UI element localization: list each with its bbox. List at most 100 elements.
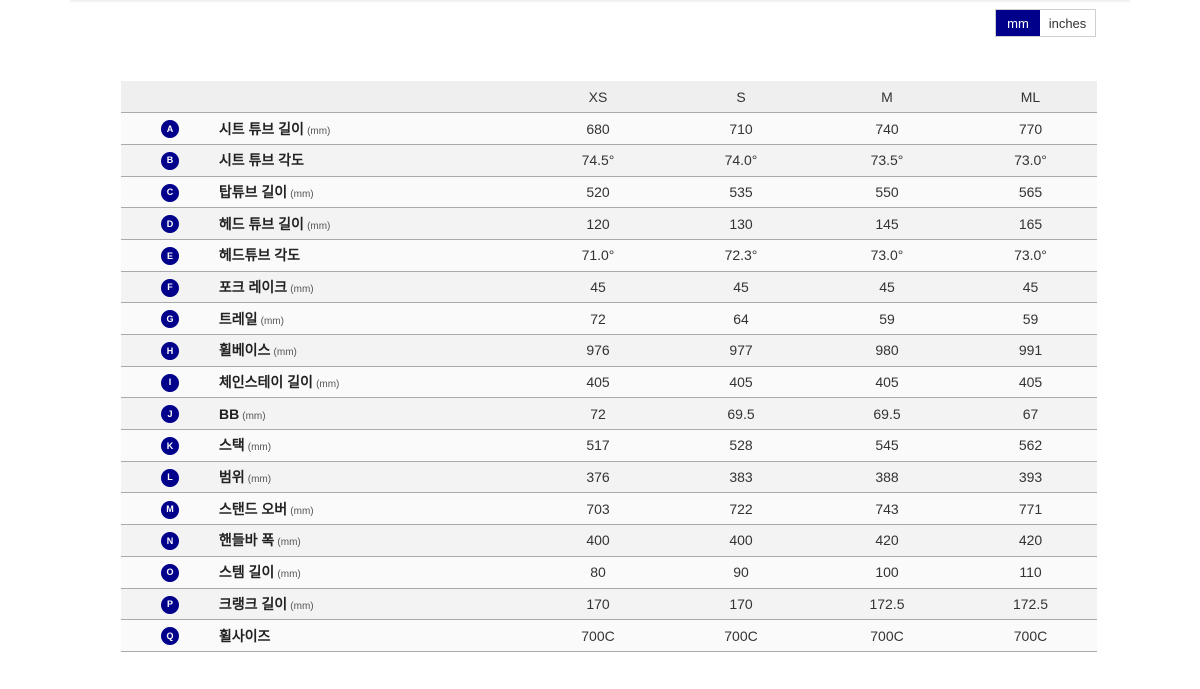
row-label-cell: 헤드 튜브 길이 (mm) [219,208,524,240]
measurement-value-m: 73.0° [870,247,904,264]
measurement-unit: (mm) [307,125,331,137]
row-letter-cell: M [121,493,219,525]
measurement-label: 스템 길이 [219,564,275,581]
measurement-value-s: 383 [729,469,753,486]
row-letter-cell: K [121,430,219,462]
measurement-label: BB [219,405,240,422]
measurement-value-s: 170 [729,595,753,612]
row-label-cell: 핸들바 폭 (mm) [219,525,524,557]
measurement-letter-badge: H [161,342,179,361]
table-row: M 스탠드 오버 (mm) 703 722 743 771 [121,492,1097,525]
measurement-value-ml: 59 [1022,310,1039,327]
geometry-table: XS S M ML A 시트 튜브 길이 (mm) 680 710 740 770 B 시트 튜… [121,81,1097,652]
measurement-value-s: 977 [729,342,753,359]
header-letter-cell [121,81,219,113]
measurement-unit: (mm) [247,474,272,486]
measurement-value-s: 90 [733,564,749,581]
measurement-value-m: 405 [875,374,899,391]
row-letter-cell: H [121,335,219,367]
measurement-unit: (mm) [307,220,331,232]
measurement-label: 휠베이스 [219,342,271,359]
row-label-cell: 스택 (mm) [219,430,524,462]
measurement-letter-badge: D [161,215,179,234]
measurement-value-m: 100 [875,564,899,581]
measurement-value-ml: 110 [1019,564,1042,581]
measurement-value-m: 420 [875,532,899,549]
measurement-label: 포크 레이크 [219,278,288,295]
measurement-value-xs: 120 [586,215,610,232]
measurement-value-m: 740 [875,120,899,137]
header-label-cell [219,81,524,113]
measurement-letter-badge: E [161,247,179,266]
measurement-value-ml: 562 [1018,437,1043,454]
measurement-value-s: 722 [729,500,753,517]
row-letter-cell: P [121,588,219,620]
row-label-cell: 스탠드 오버 (mm) [219,493,524,525]
table-row: G 트레일 (mm) 72 64 59 59 [121,302,1097,335]
measurement-letter-badge: B [161,151,179,170]
measurement-value-m: 172.5 [869,595,905,612]
table-row: L 범위 (mm) 376 383 388 393 [121,461,1097,493]
row-letter-cell: A [121,113,219,145]
measurement-value-ml: 770 [1018,120,1043,137]
measurement-value-m: 59 [879,310,895,327]
measurement-value-xs: 976 [586,342,610,359]
measurement-value-s: 710 [729,120,753,137]
row-letter-cell: D [121,208,219,240]
measurement-value-m: 550 [875,183,899,200]
measurement-unit: (mm) [273,347,297,359]
table-row: I 체인스테이 길이 (mm) 405 405 405 405 [121,366,1097,398]
measurement-label: 시트 튜브 길이 [219,120,305,137]
table-row: K 스택 (mm) 517 528 545 562 [121,429,1097,462]
measurement-value-s: 72.3° [724,247,758,264]
measurement-unit: (mm) [290,283,314,295]
table-row: A 시트 튜브 길이 (mm) 680 710 740 770 [121,112,1097,145]
table-row: P 크랭크 길이 (mm) 170 170 172.5 172.5 [121,588,1097,620]
table-row: C 탑튜브 길이 (mm) 520 535 550 565 [121,176,1097,208]
row-label-cell: 휠베이스 (mm) [219,335,524,367]
measurement-value-ml: 565 [1018,183,1043,200]
row-label-cell: 범위 (mm) [219,461,524,493]
measurement-value-xs: 80 [590,564,606,581]
measurement-letter-badge: P [161,595,179,614]
row-letter-cell: F [121,271,219,303]
measurement-label: 스택 [219,437,245,454]
measurement-value-ml: 405 [1018,374,1043,391]
measurement-letter-badge: F [161,278,179,297]
measurement-unit: (mm) [260,315,284,327]
measurement-value-s: 130 [729,215,753,232]
row-label-cell: 트레일 (mm) [219,303,524,335]
measurement-label: 스탠드 오버 [219,500,288,517]
row-label-cell: 스템 길이 (mm) [219,556,524,588]
row-letter-cell: C [121,176,219,208]
measurement-value-ml: 73.0° [1014,247,1047,264]
measurement-value-ml: 991 [1018,342,1043,359]
measurement-value-m: 69.5 [873,405,901,422]
measurement-unit: (mm) [290,188,314,200]
table-row: E 헤드튜브 각도 71.0° 72.3° 73.0° 73.0° [121,239,1097,272]
measurement-value-s: 700C [724,627,758,644]
measurement-value-ml: 165 [1018,215,1043,232]
row-letter-cell: I [121,366,219,398]
measurement-value-m: 700C [870,627,904,644]
measurement-value-xs: 400 [586,532,610,549]
measurement-label: 체인스테이 길이 [219,374,314,391]
measurement-value-s: 535 [729,183,753,200]
mm-unit-button[interactable]: mm [996,10,1040,36]
row-letter-cell: G [121,303,219,335]
measurement-value-ml: 67 [1022,405,1039,422]
table-row: B 시트 튜브 각도 74.5° 74.0° 73.5° 73.0° [121,144,1097,177]
measurement-label: 휠사이즈 [219,627,271,644]
measurement-value-xs: 72 [590,310,606,327]
size-header-m: M [810,81,964,113]
table-header-row: XS S M ML [121,81,1097,113]
size-header-s: S [672,81,810,113]
measurement-unit: (mm) [277,537,301,549]
row-label-cell: 휠사이즈 [219,620,524,652]
measurement-value-xs: 517 [586,437,610,454]
measurement-value-s: 64 [733,310,749,327]
measurement-unit: (mm) [242,410,266,422]
inches-unit-button[interactable]: inches [1040,10,1095,36]
table-row: D 헤드 튜브 길이 (mm) 120 130 145 165 [121,207,1097,240]
measurement-value-s: 69.5 [727,405,755,422]
